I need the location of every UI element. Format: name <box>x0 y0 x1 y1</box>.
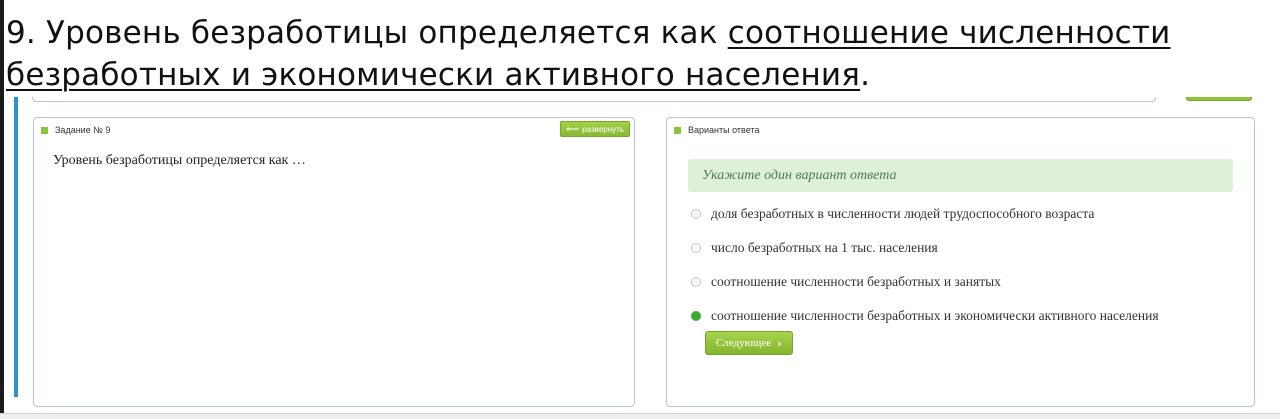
task-panel-title: Задание № 9 <box>55 125 111 135</box>
expand-button[interactable]: ⟵ развернуть <box>560 121 630 137</box>
next-button-label: Следующее <box>716 337 772 349</box>
bottom-divider <box>0 413 1280 419</box>
radio-button[interactable] <box>691 243 701 253</box>
next-button[interactable]: Следующее › <box>705 331 793 355</box>
test-page: Задание № 9 ⟵ развернуть Уровень безрабо… <box>4 97 1276 413</box>
answer-option-2[interactable]: число безработных на 1 тыс. населения <box>691 239 938 257</box>
answer-option-label: соотношение численности безработных и за… <box>711 274 1001 289</box>
caption-text: 9. Уровень безработицы определяется как … <box>6 12 1274 96</box>
answer-option-label: число безработных на 1 тыс. населения <box>711 240 938 255</box>
top-input-strip <box>32 97 1156 102</box>
answer-hint-box: Укажите один вариант ответа <box>688 159 1233 192</box>
radio-button[interactable] <box>691 209 701 219</box>
task-panel-header: Задание № 9 <box>41 123 110 137</box>
chevron-right-icon: › <box>777 336 782 350</box>
answer-option-1[interactable]: доля безработных в численности людей тру… <box>691 205 1094 223</box>
green-square-icon <box>674 126 681 134</box>
green-square-icon <box>41 126 48 134</box>
answers-panel: Варианты ответа Укажите один вариант отв… <box>666 117 1255 407</box>
radio-button-selected[interactable] <box>691 311 701 321</box>
question-text: Уровень безработицы определяется как … <box>53 153 306 168</box>
answer-hint: Укажите один вариант ответа <box>702 167 897 183</box>
expand-button-label: развернуть <box>582 124 624 134</box>
caption-suffix: . <box>860 57 871 93</box>
answer-option-label: доля безработных в численности людей тру… <box>711 206 1095 221</box>
answers-panel-header: Варианты ответа <box>674 123 759 137</box>
answers-panel-title: Варианты ответа <box>688 125 760 135</box>
task-panel: Задание № 9 ⟵ развернуть Уровень безрабо… <box>33 117 635 407</box>
answer-option-label: соотношение численности безработных и эк… <box>711 308 1159 323</box>
caption-prefix: 9. Уровень безработицы определяется как <box>6 15 728 51</box>
answer-option-4[interactable]: соотношение численности безработных и эк… <box>691 307 1159 325</box>
page-left-accent <box>14 97 18 397</box>
top-green-button[interactable] <box>1186 97 1252 101</box>
answer-option-3[interactable]: соотношение численности безработных и за… <box>691 273 1001 291</box>
arrow-left-icon: ⟵ <box>566 123 580 134</box>
radio-button[interactable] <box>691 277 701 287</box>
